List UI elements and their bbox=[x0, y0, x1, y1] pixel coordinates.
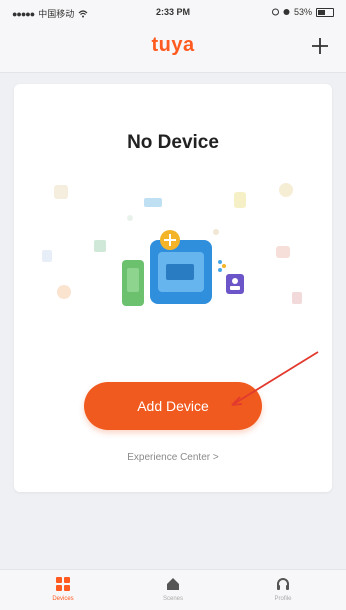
tab-scenes-label: Scenes bbox=[162, 596, 183, 602]
add-device-button[interactable]: Add Device bbox=[84, 382, 262, 430]
tab-profile-label: Profile bbox=[274, 596, 292, 602]
no-device-illustration bbox=[42, 183, 302, 306]
status-bar: ●●●●● 中国移动 2:33 PM 53% bbox=[0, 0, 346, 24]
empty-state-title: No Device bbox=[127, 132, 219, 153]
plus-icon bbox=[312, 38, 328, 54]
empty-state-card: No Device Add Device Experience Center > bbox=[14, 84, 332, 492]
tab-scenes[interactable]: Scenes bbox=[138, 574, 208, 602]
nav-bar: tuya bbox=[0, 24, 346, 73]
battery-percent: 53% bbox=[293, 7, 312, 17]
grid-icon bbox=[56, 577, 70, 591]
add-plus-button[interactable] bbox=[306, 32, 334, 60]
battery-icon bbox=[316, 7, 334, 17]
headset-icon bbox=[277, 578, 289, 590]
battery-fill bbox=[318, 9, 326, 15]
tab-devices[interactable]: Devices bbox=[28, 574, 98, 602]
app-logo: tuya bbox=[151, 34, 195, 56]
tab-profile[interactable]: Profile bbox=[248, 574, 318, 602]
home-icon bbox=[167, 578, 179, 590]
status-right: 53% bbox=[271, 7, 334, 17]
location-icon bbox=[271, 8, 279, 16]
experience-center-link[interactable]: Experience Center > bbox=[14, 452, 332, 463]
alarm-icon bbox=[283, 9, 290, 15]
tab-devices-label: Devices bbox=[52, 596, 74, 602]
tab-bar: Devices Scenes Profile bbox=[0, 569, 346, 610]
